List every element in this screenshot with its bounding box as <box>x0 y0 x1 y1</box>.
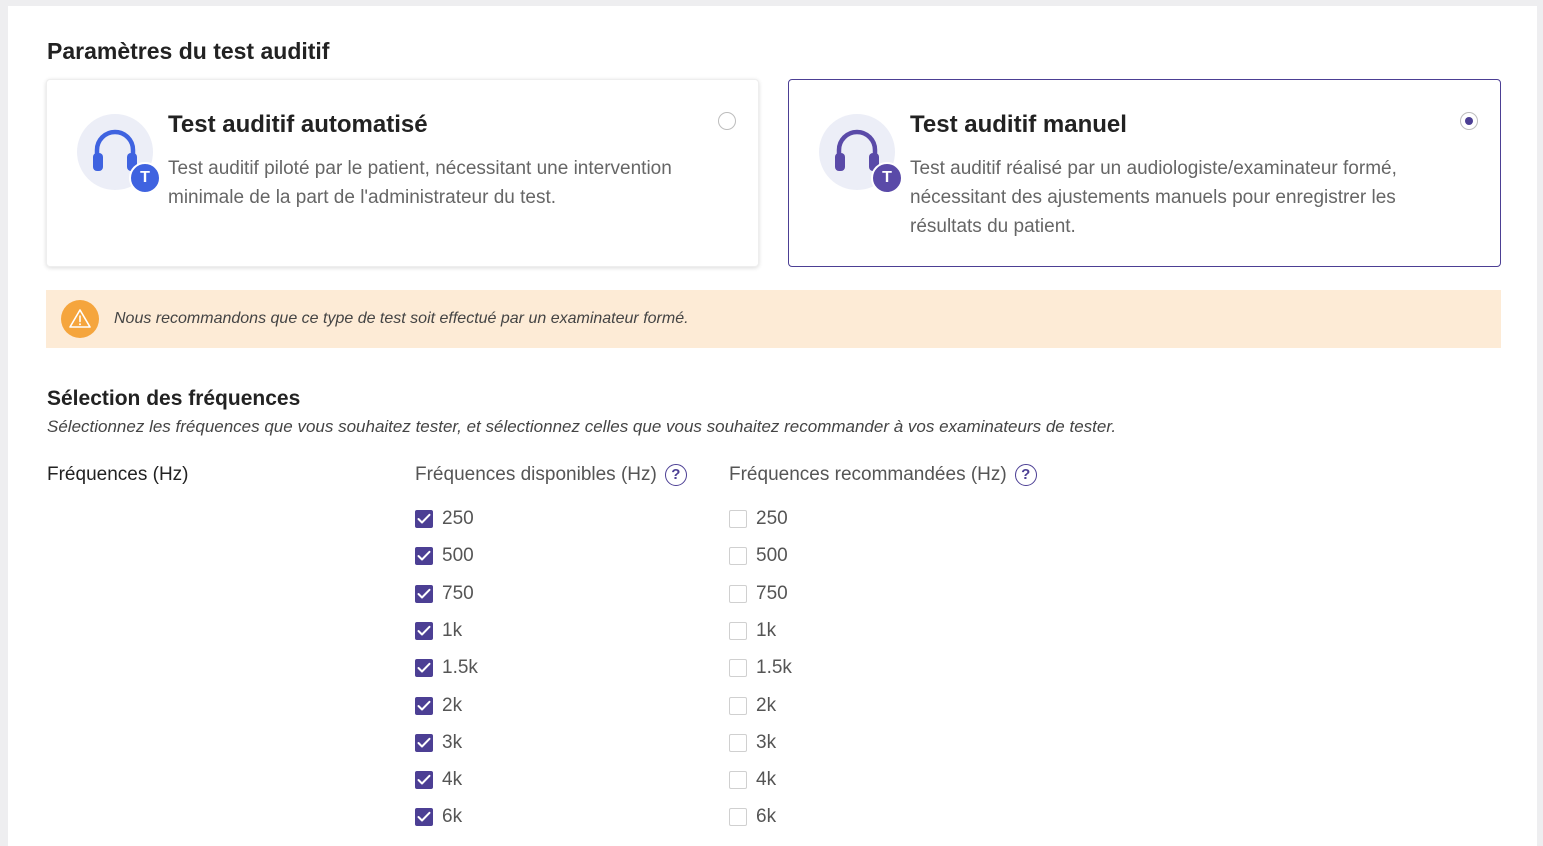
available-frequency-option-label: 2k <box>442 694 463 716</box>
available-frequency-option-label: 750 <box>442 582 474 604</box>
manual-test-card[interactable]: T Test auditif manuel Test auditif réali… <box>788 79 1501 267</box>
checkbox-checked-icon[interactable] <box>415 808 433 827</box>
manual-test-description: Test auditif réalisé par un audiologiste… <box>910 158 1397 237</box>
checkbox-checked-icon[interactable] <box>415 696 433 715</box>
t-badge-icon: T <box>129 162 161 194</box>
checkbox-checked-icon[interactable] <box>415 621 433 640</box>
manual-test-radio[interactable] <box>1460 112 1478 130</box>
automated-test-title: Test auditif automatisé <box>168 111 428 138</box>
warning-banner: Nous recommandons que ce type de test so… <box>46 290 1501 348</box>
available-frequencies-header-label: Fréquences disponibles (Hz) <box>415 464 657 485</box>
checkbox-unchecked-icon[interactable] <box>729 621 747 640</box>
checkbox-unchecked-icon[interactable] <box>729 808 747 827</box>
recommended-frequency-option-label: 1k <box>756 619 777 641</box>
available-frequency-option-label: 250 <box>442 508 474 529</box>
frequency-section-subtitle: Sélectionnez les fréquences que vous sou… <box>47 417 1117 436</box>
checkbox-checked-icon[interactable] <box>415 584 433 603</box>
automated-test-radio[interactable] <box>718 112 736 130</box>
available-frequencies-header: Fréquences disponibles (Hz)? <box>415 464 687 490</box>
checkbox-unchecked-icon[interactable] <box>729 733 747 752</box>
help-icon[interactable]: ? <box>1014 464 1037 486</box>
checkbox-unchecked-icon[interactable] <box>729 584 747 603</box>
recommended-frequency-option-label: 500 <box>756 545 788 567</box>
available-frequency-option-label: 6k <box>442 806 463 828</box>
recommended-frequency-option-label: 1.5k <box>756 657 792 679</box>
checkbox-checked-icon[interactable] <box>415 733 433 752</box>
frequency-field-label: Fréquences (Hz) <box>47 464 189 485</box>
checkbox-checked-icon[interactable] <box>415 659 433 678</box>
manual-test-avatar: T <box>819 114 903 194</box>
automated-test-card[interactable]: T Test auditif automatisé Test auditif p… <box>46 79 759 267</box>
checkbox-unchecked-icon[interactable] <box>729 659 747 678</box>
checkbox-unchecked-icon[interactable] <box>729 547 747 566</box>
frequency-section-title: Sélection des fréquences <box>47 387 301 410</box>
recommended-frequencies-header: Fréquences recommandées (Hz)? <box>729 464 1037 490</box>
recommended-frequency-option-label: 250 <box>756 508 788 529</box>
recommended-frequency-option-label: 2k <box>756 694 777 716</box>
checkbox-unchecked-icon[interactable] <box>729 771 747 790</box>
checkbox-checked-icon[interactable] <box>415 771 433 790</box>
recommended-frequency-option-label: 4k <box>756 769 777 791</box>
checkbox-checked-icon[interactable] <box>415 510 433 528</box>
warning-icon <box>61 300 99 338</box>
available-frequency-option-label: 500 <box>442 545 474 567</box>
recommended-frequencies-column: Fréquences recommandées (Hz)? 250 500 750 1… <box>729 464 1037 827</box>
available-frequency-option-label: 4k <box>442 769 463 791</box>
available-frequency-option-label: 1k <box>442 619 463 641</box>
recommended-frequencies-header-label: Fréquences recommandées (Hz) <box>729 464 1007 485</box>
checkbox-checked-icon[interactable] <box>415 547 433 566</box>
manual-test-title: Test auditif manuel <box>910 111 1127 138</box>
recommended-frequency-option-label: 3k <box>756 731 777 753</box>
checkbox-unchecked-icon[interactable] <box>729 510 747 528</box>
available-frequencies-column: Fréquences disponibles (Hz)? 250 500 750 1k… <box>415 464 687 827</box>
recommended-frequency-option-label: 750 <box>756 582 788 604</box>
automated-test-avatar: T <box>77 114 161 194</box>
warning-text: Nous recommandons que ce type de test so… <box>114 310 689 327</box>
recommended-frequency-option-label: 6k <box>756 806 777 828</box>
automated-test-description: Test auditif piloté par le patient, néce… <box>168 158 672 208</box>
page-title: Paramètres du test auditif <box>47 38 330 64</box>
help-icon[interactable]: ? <box>664 464 687 486</box>
available-frequency-option-label: 3k <box>442 731 463 753</box>
available-frequency-option-label: 1.5k <box>442 657 478 679</box>
t-badge-icon: T <box>871 162 903 194</box>
checkbox-unchecked-icon[interactable] <box>729 696 747 715</box>
